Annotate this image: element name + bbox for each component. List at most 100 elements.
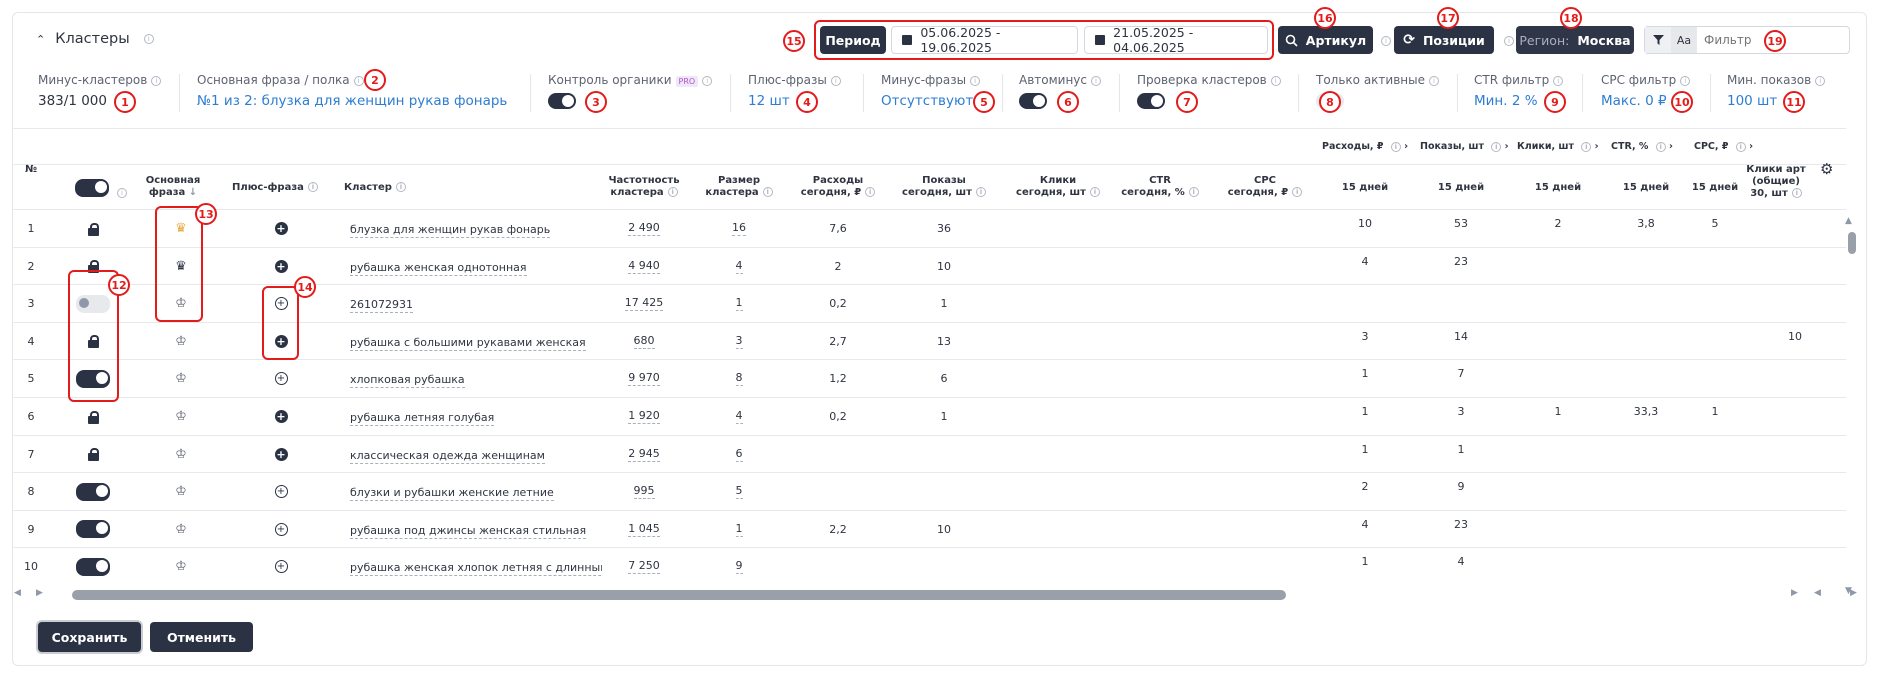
lock-icon[interactable] <box>87 448 99 462</box>
cell-size-value[interactable]: 8 <box>735 371 743 387</box>
plus-outline-icon[interactable]: + <box>274 560 288 574</box>
cell-freq-value[interactable]: 680 <box>633 334 655 349</box>
region-selector[interactable]: Регион: Москва <box>1516 26 1634 54</box>
cell-size-value[interactable]: 4 <box>735 409 743 424</box>
cell-size[interactable]: 16 <box>701 210 777 247</box>
positions-button[interactable]: ⟳ Позиции <box>1394 26 1494 54</box>
cell-freq-value[interactable]: 7 250 <box>628 559 660 575</box>
col-cpc-today[interactable]: CPC сегодня, ₽ i <box>1220 175 1310 199</box>
cluster-name[interactable]: классическая одежда женщинам <box>350 449 545 464</box>
col-clicks-today[interactable]: Клики сегодня, шт i <box>1008 175 1108 199</box>
cell-freq-value[interactable]: 1 045 <box>628 522 660 537</box>
col-ctr-today[interactable]: CTR сегодня, % i <box>1115 175 1205 199</box>
cell-state[interactable] <box>72 398 114 435</box>
cell-freq-value[interactable]: 2 945 <box>628 447 660 462</box>
cluster-name[interactable]: рубашка с большими рукавами женская <box>350 336 586 351</box>
plus-filled-icon[interactable]: + <box>274 259 288 273</box>
col-shows-15[interactable]: 15 дней <box>1420 182 1502 194</box>
cluster-name[interactable]: хлопковая рубашка <box>350 373 465 389</box>
cell-freq[interactable]: 2 490 <box>604 210 684 247</box>
cell-plus-phrase[interactable]: + <box>262 398 300 435</box>
date-range-compare[interactable]: 21.05.2025 - 04.06.2025 <box>1084 25 1268 55</box>
date-range-current[interactable]: 05.06.2025 - 19.06.2025 <box>891 25 1078 55</box>
group-ctr[interactable]: CTR, % i › <box>1611 141 1693 153</box>
scroll-left-frozen-icon[interactable]: ◀ <box>1814 588 1821 598</box>
cell-size-value[interactable]: 5 <box>735 484 743 500</box>
save-button[interactable]: Сохранить <box>38 622 141 652</box>
cell-plus-phrase[interactable]: + <box>262 210 300 247</box>
scroll-up-icon[interactable]: ▲ <box>1845 216 1852 226</box>
col-ctr-15[interactable]: 15 дней <box>1608 182 1684 194</box>
col-plus-phrase[interactable]: Плюс-фраза i <box>232 182 322 194</box>
cluster-name[interactable]: рубашка женская хлопок летняя с длинным … <box>350 561 602 577</box>
cell-main-phrase[interactable]: ♔ <box>160 436 202 473</box>
cell-cluster[interactable]: классическая одежда женщинам <box>350 438 602 475</box>
cell-freq[interactable]: 4 940 <box>604 248 684 285</box>
cell-state[interactable] <box>72 473 114 510</box>
cell-freq-value[interactable]: 17 425 <box>624 296 664 312</box>
cell-freq[interactable]: 7 250 <box>604 548 684 585</box>
cell-state[interactable] <box>72 548 114 585</box>
cell-main-phrase[interactable]: ♔ <box>160 473 202 510</box>
cell-size-value[interactable]: 4 <box>735 259 743 274</box>
cell-cluster[interactable]: рубашка под джинсы женская стильная <box>350 513 602 550</box>
cell-size[interactable]: 6 <box>701 436 777 473</box>
vertical-scrollbar-thumb[interactable] <box>1848 232 1856 254</box>
cell-size-value[interactable]: 6 <box>735 447 743 462</box>
cell-cluster[interactable]: хлопковая рубашка <box>350 362 602 399</box>
col-main-phrase[interactable]: Основная фраза ↓ <box>138 175 208 199</box>
period-button[interactable]: Период <box>820 26 886 54</box>
organic-toggle[interactable] <box>548 93 576 109</box>
gear-icon[interactable]: ⚙ <box>1820 160 1833 178</box>
plus-filled-icon[interactable]: + <box>274 410 288 423</box>
crown-outline-icon[interactable]: ♔ <box>175 335 187 348</box>
col-shows-today[interactable]: Показы сегодня, шт i <box>894 175 994 199</box>
cell-freq[interactable]: 9 970 <box>604 360 684 397</box>
cell-main-phrase[interactable]: ♔ <box>160 323 202 360</box>
cell-state[interactable] <box>72 511 114 548</box>
cell-plus-phrase[interactable]: + <box>262 511 300 548</box>
col-spend-today[interactable]: Расходы сегодня, ₽ i <box>794 175 882 199</box>
crown-outline-icon[interactable]: ♔ <box>175 410 187 423</box>
plus-outline-icon[interactable]: + <box>274 485 288 499</box>
cluster-name[interactable]: рубашка под джинсы женская стильная <box>350 524 587 539</box>
cluster-check-toggle[interactable] <box>1137 93 1165 109</box>
cluster-name[interactable]: рубашка женская однотонная <box>350 261 527 276</box>
col-frequency[interactable]: Частотность кластера i <box>604 175 684 199</box>
cell-size[interactable]: 3 <box>701 323 777 360</box>
cell-state[interactable] <box>72 436 114 473</box>
cancel-button[interactable]: Отменить <box>150 622 253 652</box>
chevron-up-icon[interactable]: ⌃ <box>36 33 45 46</box>
cell-plus-phrase[interactable]: + <box>262 360 300 397</box>
main-phrase-link[interactable]: №1 из 2: блузка для женщин рукав фонарь <box>197 93 507 109</box>
min-shows-link[interactable]: 100 шт <box>1727 93 1825 109</box>
col-cpc-15[interactable]: 15 дней <box>1687 182 1743 194</box>
autominus-toggle[interactable] <box>1019 93 1047 109</box>
scroll-left-icon[interactable]: ◀ <box>14 588 21 598</box>
row-toggle[interactable] <box>76 520 110 539</box>
cluster-name[interactable]: рубашка летняя голубая <box>350 411 495 426</box>
cell-size[interactable]: 1 <box>701 285 777 322</box>
cell-cluster[interactable]: рубашка летняя голубая <box>350 400 602 437</box>
cell-cluster[interactable]: рубашка женская хлопок летняя с длинным … <box>350 550 602 587</box>
cell-main-phrase[interactable]: ♔ <box>160 548 202 585</box>
cell-freq[interactable]: 1 045 <box>604 511 684 548</box>
lock-icon[interactable] <box>87 222 99 236</box>
cell-size-value[interactable]: 1 <box>735 296 743 312</box>
panel-header[interactable]: ⌃ Кластеры i <box>36 31 154 47</box>
scroll-right-frozen-icon[interactable]: ▶ <box>1850 588 1857 598</box>
scroll-right-icon[interactable]: ▶ <box>1791 588 1798 598</box>
funnel-icon[interactable] <box>1645 27 1671 53</box>
plus-filled-icon[interactable]: + <box>274 222 288 235</box>
cell-size[interactable]: 9 <box>701 548 777 585</box>
cell-state[interactable] <box>72 210 114 247</box>
cell-freq[interactable]: 2 945 <box>604 436 684 473</box>
cell-freq-value[interactable]: 4 940 <box>628 259 660 274</box>
cell-main-phrase[interactable]: ♔ <box>160 511 202 548</box>
scroll-right-small-icon[interactable]: ▶ <box>36 588 43 598</box>
cell-size-value[interactable]: 16 <box>732 221 746 236</box>
crown-outline-icon[interactable]: ♔ <box>175 372 187 385</box>
plus-filled-icon[interactable]: + <box>274 447 288 461</box>
cluster-name[interactable]: блузка для женщин рукав фонарь <box>350 223 551 238</box>
select-all-toggle[interactable] <box>75 179 109 197</box>
